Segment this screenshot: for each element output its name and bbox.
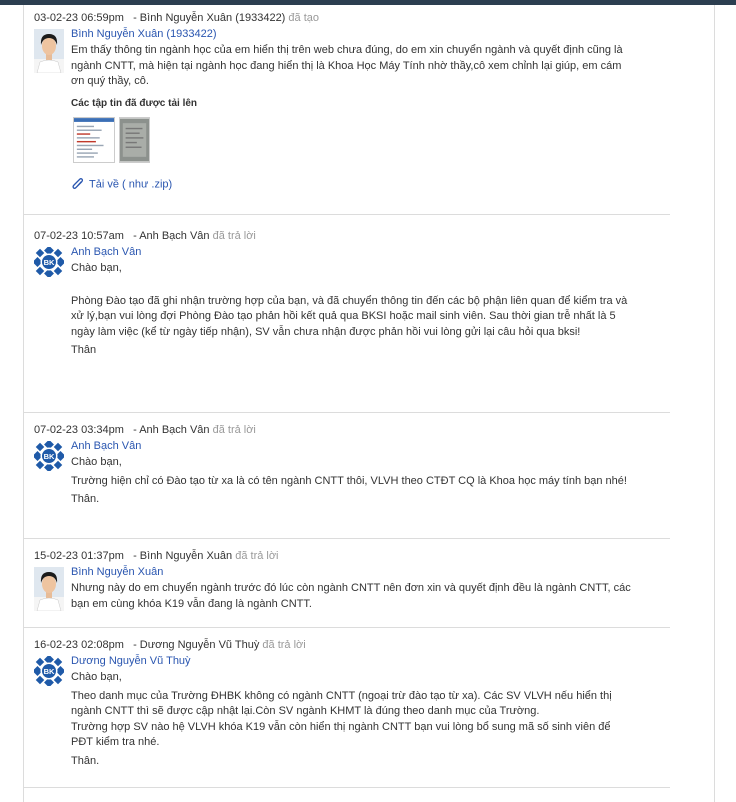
student-avatar bbox=[34, 567, 64, 611]
entry-message: Nhưng này do em chuyển ngành trước đó lú… bbox=[71, 581, 631, 612]
page-scrollbar[interactable] bbox=[724, 5, 736, 802]
message-paragraph: Chào bạn, bbox=[71, 262, 122, 274]
download-label: Tải về ( như .zip) bbox=[89, 178, 173, 191]
entry-date: 15-02-23 01:37pm bbox=[34, 550, 124, 562]
entry-author-link[interactable]: Bình Nguyễn Xuân (1933422) bbox=[71, 27, 217, 41]
entry-date: 03-02-23 06:59pm bbox=[34, 12, 124, 24]
entry-meta: 15-02-23 01:37pm - Bình Nguyễn Xuân đã t… bbox=[34, 549, 279, 563]
entry-date: 07-02-23 10:57am bbox=[34, 230, 124, 242]
message-paragraph: Trường hiện chỉ có Đào tạo từ xa là có t… bbox=[71, 474, 627, 487]
message-paragraph: Em thấy thông tin ngành học của em hiển … bbox=[71, 44, 623, 87]
entry-meta: 07-02-23 10:57am - Anh Bạch Vân đã trả l… bbox=[34, 229, 256, 243]
entry-author-link[interactable]: Anh Bạch Vân bbox=[71, 439, 141, 453]
student-avatar bbox=[34, 29, 64, 73]
entry-message: Chào bạn, Trường hiện chỉ có Đào tạo từ … bbox=[71, 455, 631, 508]
download-zip-link[interactable]: Tải về ( như .zip) bbox=[71, 177, 172, 192]
entry-status: đã trả lời bbox=[212, 230, 256, 242]
paperclip-icon bbox=[72, 178, 84, 189]
thread-entry: 03-02-23 06:59pm - Bình Nguyễn Xuân (193… bbox=[24, 11, 670, 215]
svg-text:BK: BK bbox=[44, 667, 55, 676]
entry-date: 16-02-23 02:08pm bbox=[34, 639, 124, 651]
entry-message: Chào bạn, Phòng Đào tạo đã ghi nhận trườ… bbox=[71, 261, 631, 359]
attachment-thumbnail[interactable] bbox=[73, 117, 115, 163]
bk-logo-icon: BK bbox=[34, 247, 64, 277]
entry-meta: 03-02-23 06:59pm - Bình Nguyễn Xuân (193… bbox=[34, 11, 319, 25]
bk-logo-icon: BK bbox=[34, 441, 64, 471]
svg-text:BK: BK bbox=[44, 452, 55, 461]
entry-date: 07-02-23 03:34pm bbox=[34, 424, 124, 436]
entry-sender: - Dương Nguyễn Vũ Thuỳ bbox=[133, 639, 260, 651]
entry-message: Chào bạn, Theo danh mục của Trường ĐHBK … bbox=[71, 670, 631, 769]
message-paragraph: Thân. bbox=[71, 754, 100, 767]
entry-meta: 07-02-23 03:34pm - Anh Bạch Vân đã trả l… bbox=[34, 423, 256, 437]
message-paragraph: Phòng Đào tạo đã ghi nhận trường hợp của… bbox=[71, 294, 628, 338]
attachment-thumbnail[interactable] bbox=[119, 117, 150, 163]
message-paragraph: Chào bạn, bbox=[71, 456, 122, 468]
entry-status: đã trả lời bbox=[262, 639, 306, 651]
entry-sender: - Bình Nguyễn Xuân (1933422) bbox=[133, 12, 286, 24]
bk-logo-icon: BK bbox=[34, 656, 64, 686]
entry-message: Em thấy thông tin ngành học của em hiển … bbox=[71, 43, 631, 90]
entry-status: đã trả lời bbox=[212, 424, 256, 436]
message-paragraph: Trường hợp SV nào hệ VLVH khóa K19 vẫn c… bbox=[71, 720, 611, 749]
message-paragraph: Chào bạn, bbox=[71, 671, 122, 683]
entry-sender: - Bình Nguyễn Xuân bbox=[133, 550, 233, 562]
entry-author-link[interactable]: Bình Nguyễn Xuân bbox=[71, 565, 163, 579]
entry-author-link[interactable]: Dương Nguyễn Vũ Thuỳ bbox=[71, 654, 191, 668]
message-paragraph: Theo danh mục của Trường ĐHBK không có n… bbox=[71, 689, 612, 718]
message-paragraph: Thân. bbox=[71, 493, 100, 505]
entry-sender: - Anh Bạch Vân bbox=[133, 424, 210, 436]
thread-entry: 16-02-23 02:08pm - Dương Nguyễn Vũ Thuỳ … bbox=[24, 638, 670, 788]
entry-status: đã trả lời bbox=[235, 550, 279, 562]
entry-status: đã tạo bbox=[288, 12, 320, 24]
entry-meta: 16-02-23 02:08pm - Dương Nguyễn Vũ Thuỳ … bbox=[34, 638, 306, 652]
thread-entry: 07-02-23 03:34pm - Anh Bạch Vân đã trả l… bbox=[24, 423, 670, 539]
message-paragraph: Nhưng này do em chuyển ngành trước đó lú… bbox=[71, 582, 631, 610]
entry-sender: - Anh Bạch Vân bbox=[133, 230, 210, 242]
message-paragraph: Thân bbox=[71, 344, 97, 356]
thread-entry: 07-02-23 10:57am - Anh Bạch Vân đã trả l… bbox=[24, 229, 670, 413]
thread-entry: 15-02-23 01:37pm - Bình Nguyễn Xuân đã t… bbox=[24, 549, 670, 628]
svg-text:BK: BK bbox=[44, 258, 55, 267]
attachments-title: Các tập tin đã được tải lên bbox=[71, 98, 198, 109]
entry-author-link[interactable]: Anh Bạch Vân bbox=[71, 245, 141, 259]
